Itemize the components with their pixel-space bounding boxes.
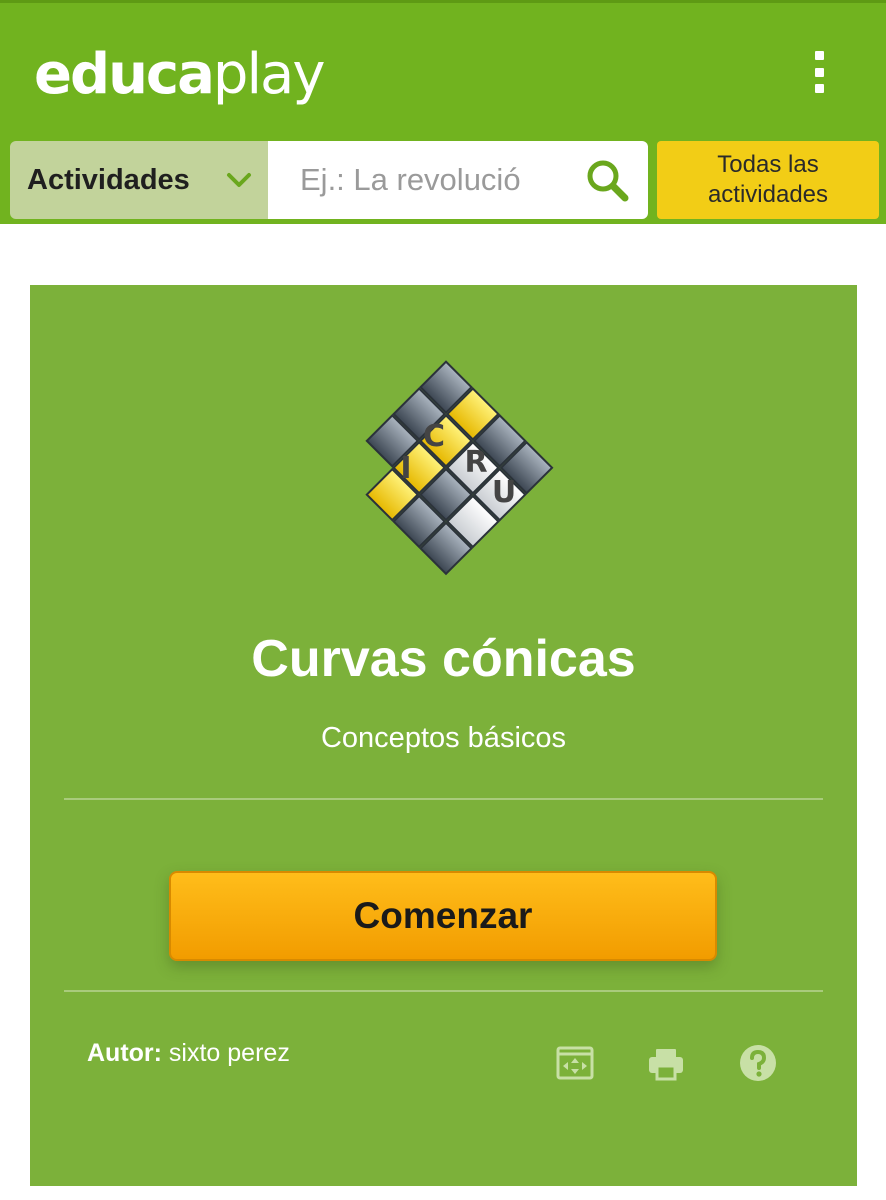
activity-card: C R U I Curvas cónicas Conceptos básicos… [30,285,857,1186]
menu-dot [814,67,824,77]
activity-title: Curvas cónicas [251,630,636,688]
crossword-game-icon: C R U I [365,360,554,576]
logo-letter-r: R [464,445,487,480]
author-key: Autor: [87,1039,162,1067]
logo-letter-u: U [492,475,516,510]
category-label: Actividades [27,163,190,196]
fullscreen-icon[interactable] [555,1043,595,1083]
category-select[interactable]: Actividades [10,141,268,219]
top-bar: educaplay Actividades Todas las activida… [0,0,886,224]
divider [64,798,823,800]
divider [64,990,823,992]
search-input[interactable] [300,155,540,205]
kebab-menu-icon[interactable] [808,51,830,93]
author-line: Autor: sixto perez [87,1039,290,1068]
logo-light-part: play [212,42,326,107]
menu-dot [814,51,824,60]
print-icon[interactable] [646,1043,686,1083]
chevron-down-icon [227,173,251,187]
author-name: sixto perez [161,1039,290,1067]
menu-dot [814,84,824,93]
start-button[interactable]: Comenzar [169,871,717,961]
educaplay-logo[interactable]: educaplay [34,42,326,107]
logo-letter-i: I [400,451,411,486]
help-icon[interactable] [738,1043,778,1083]
search-icon[interactable] [584,157,630,203]
logo-letter-c: C [423,419,445,454]
search-row: Actividades Todas las actividades [10,141,879,219]
activity-subtitle: Conceptos básicos [320,722,567,754]
all-activities-button[interactable]: Todas las actividades [657,141,879,219]
logo-bold-part: educa [34,42,215,107]
search-box [268,141,648,219]
